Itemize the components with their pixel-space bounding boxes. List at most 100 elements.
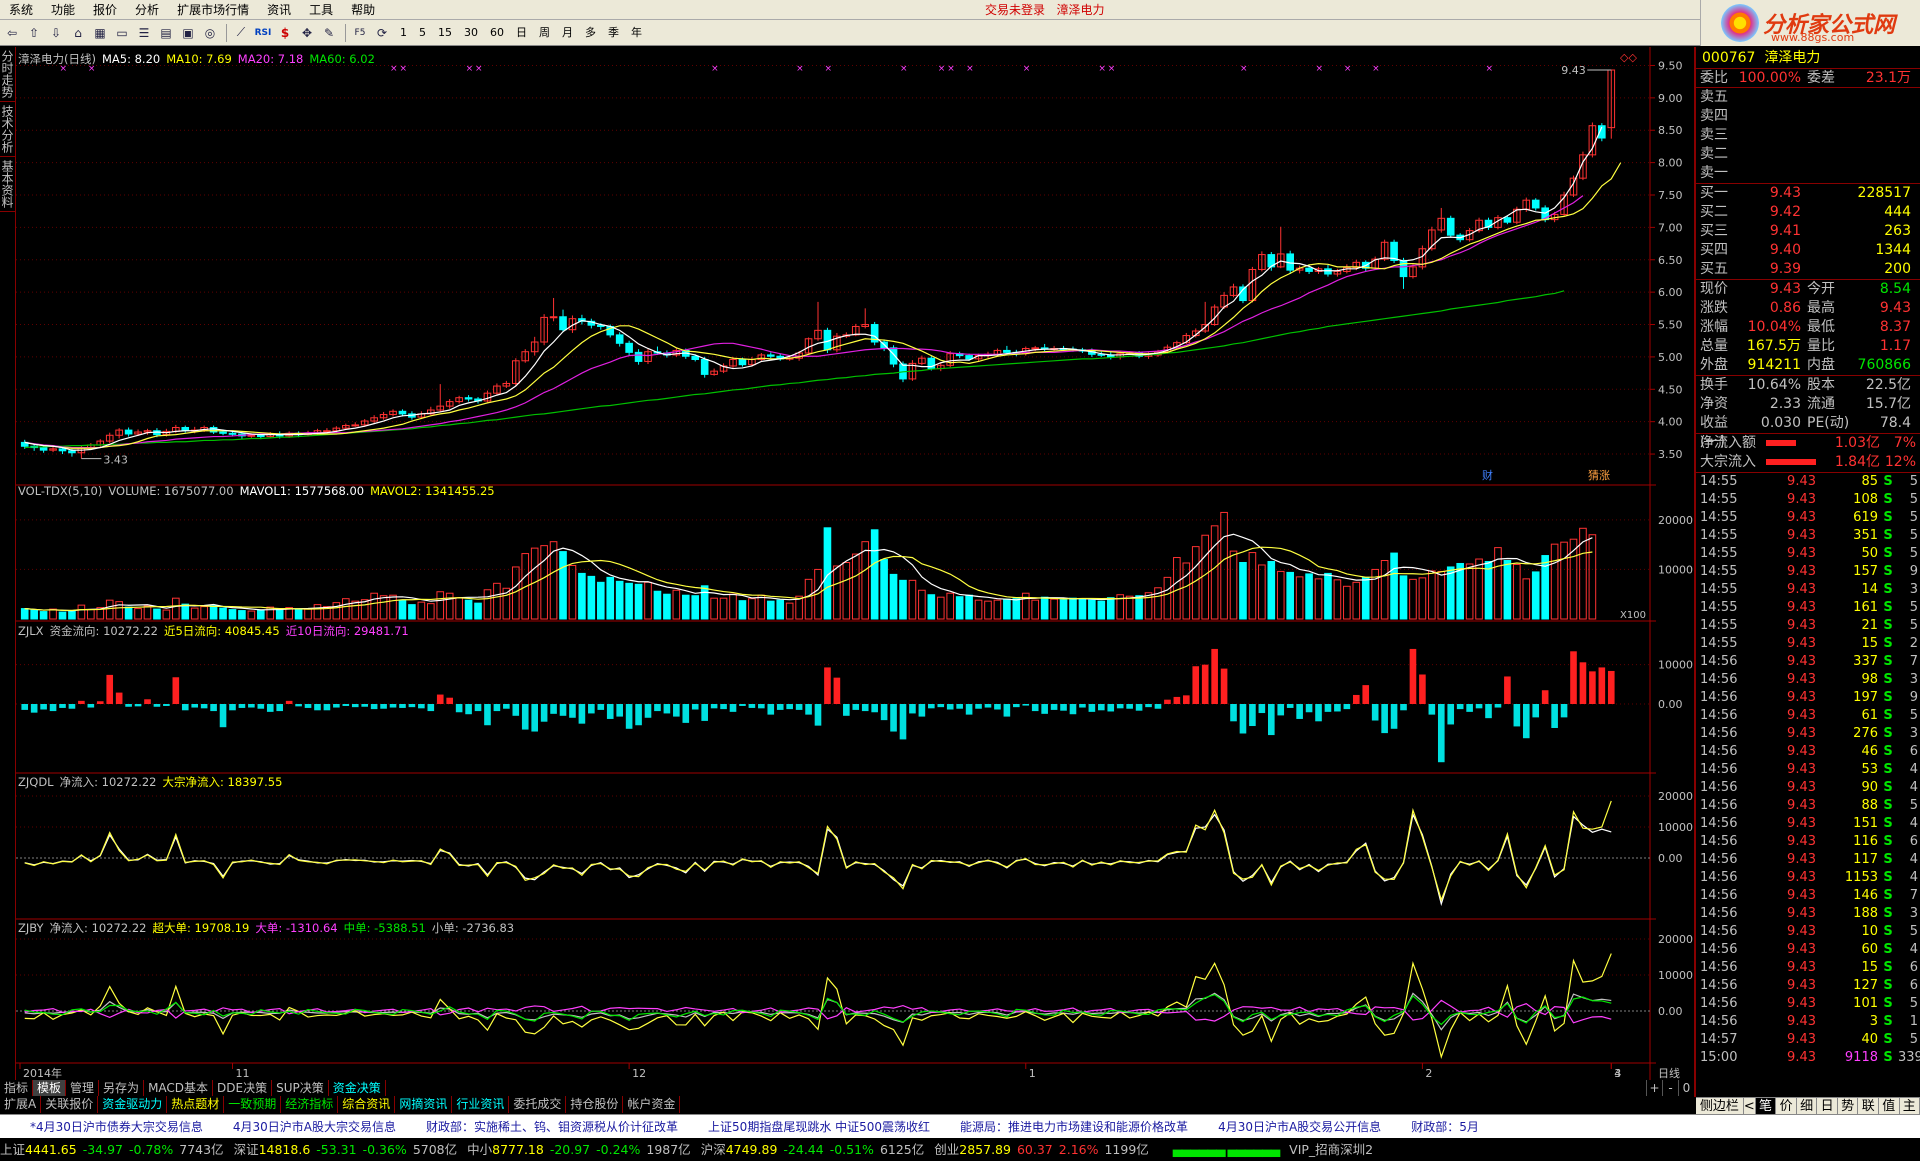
extended-tab[interactable]: 一致预期 (224, 1096, 282, 1113)
menu-item[interactable]: 帮助 (342, 0, 384, 20)
indicator-tab[interactable]: DDE决策 (213, 1080, 273, 1096)
extended-tab[interactable]: 委托成交 (509, 1096, 567, 1113)
zoom-button[interactable]: + (1646, 1080, 1662, 1096)
period-button[interactable]: 15 (432, 23, 458, 43)
news-item[interactable]: 4月30日沪市A股交易公开信息 (1218, 1120, 1381, 1134)
flow-bar (588, 704, 595, 714)
tick-row: 14:56 9.43 60 S 4 (1696, 941, 1920, 959)
right-tab[interactable]: 主 (1900, 1098, 1920, 1115)
news-item[interactable]: 财政部：实施稀土、钨、钼资源税从价计征改革 (426, 1120, 678, 1134)
home-icon[interactable]: ⌂ (68, 23, 88, 43)
tick-cell: 15 (1861, 960, 1878, 975)
tick-cell: 14:56 (1700, 942, 1738, 957)
period-button[interactable]: 多 (579, 23, 602, 43)
news-item[interactable]: 能源局：推进电力市场建设和能源价格改革 (960, 1120, 1188, 1134)
chart-icon[interactable]: ▤ (156, 23, 176, 43)
event-marker: × (900, 64, 908, 74)
tick-cell: 14:56 (1700, 726, 1738, 741)
indicator-tab[interactable]: MACD基本 (144, 1080, 214, 1096)
indicator-tab[interactable]: 另存为 (99, 1080, 145, 1096)
volume-bar (984, 600, 992, 620)
extended-tab[interactable]: 持仓股份 (566, 1096, 624, 1113)
text-icon[interactable]: ▣ (178, 23, 198, 43)
grid-icon[interactable]: ▦ (90, 23, 110, 43)
sidebar-toggle[interactable]: 侧边栏 (1696, 1098, 1744, 1115)
left-vertical-tabs: 分时走势 技术分析 基本资料 (0, 47, 16, 1082)
menu-item[interactable]: 分析 (126, 0, 168, 20)
extended-tab[interactable]: 关联报价 (41, 1096, 99, 1113)
extended-tab[interactable]: 行业资讯 (452, 1096, 510, 1113)
zoom-button[interactable]: 0 (1678, 1080, 1694, 1096)
extended-tab[interactable]: 扩展A (0, 1096, 42, 1113)
period-button[interactable]: 日 (510, 23, 533, 43)
period-button[interactable]: 5 (413, 23, 432, 43)
extended-tab[interactable]: 帐户资金 (623, 1096, 681, 1113)
news-item[interactable]: 上证50期指盘尾现跳水 中证500震荡收红 (708, 1120, 930, 1134)
indicator-tab[interactable]: 资金决策 (329, 1080, 386, 1096)
news-item[interactable]: *4月30日沪市债券大宗交易信息 (30, 1120, 203, 1134)
right-tab[interactable]: 日 (1817, 1098, 1838, 1115)
period-button[interactable]: 30 (458, 23, 484, 43)
volume-bar (757, 594, 766, 620)
target-icon[interactable]: ◎ (200, 23, 220, 43)
period-button[interactable]: 1 (394, 23, 413, 43)
menu-item[interactable]: 工具 (300, 0, 342, 20)
sidebar-arrow-icon[interactable]: < (1744, 1098, 1756, 1115)
tab-technical[interactable]: 技术分析 (0, 102, 16, 157)
period-button[interactable]: 季 (602, 23, 625, 43)
tick-list[interactable]: 14:55 9.43 85 S 5 14:55 9.43 108 S 5 14:55 9.43 619 S… (1696, 473, 1920, 1067)
down-icon[interactable]: ⇩ (46, 23, 66, 43)
back-icon[interactable]: ⇦ (2, 23, 22, 43)
right-tab[interactable]: 联 (1858, 1098, 1879, 1115)
menu-item[interactable]: 功能 (42, 0, 84, 20)
list-icon[interactable]: ☰ (134, 23, 154, 43)
period-button[interactable]: 年 (625, 23, 648, 43)
news-ticker[interactable]: *4月30日沪市债券大宗交易信息 4月30日沪市A股大宗交易信息 财政部：实施稀土、… (0, 1114, 1920, 1138)
indicator-tab[interactable]: 指标 (0, 1080, 34, 1096)
move-icon[interactable]: ✥ (297, 23, 317, 43)
right-tab[interactable]: 笔 (1755, 1098, 1777, 1115)
zoom-button[interactable]: - (1662, 1080, 1678, 1096)
tab-fundamental[interactable]: 基本资料 (0, 157, 16, 212)
period-button[interactable]: 月 (556, 23, 579, 43)
right-tab[interactable]: 价 (1776, 1098, 1797, 1115)
news-item[interactable]: 财政部：5月 (1411, 1120, 1479, 1134)
window-icon[interactable]: ▭ (112, 23, 132, 43)
right-tab[interactable]: 势 (1838, 1098, 1859, 1115)
menu-item[interactable]: 系统 (0, 0, 42, 20)
f5-icon[interactable]: F5 (350, 23, 370, 43)
period-button[interactable]: 周 (533, 23, 556, 43)
pen-icon[interactable]: ✎ (319, 23, 339, 43)
indicator-tab[interactable]: 模板 (33, 1080, 67, 1096)
extended-tab[interactable]: 综合资讯 (338, 1096, 396, 1113)
index-value: 2857.89 (959, 1142, 1011, 1157)
menu-item[interactable]: 扩展市场行情 (168, 0, 258, 20)
tick-cell: 101 (1853, 996, 1878, 1011)
line-chart-icon[interactable]: ⟋ (231, 23, 251, 43)
quote-stats-2: 换手 10.64% 股本 22.5亿 净资 2.33 流通 15.7亿 收益(一) 0.030 PE… (1696, 376, 1920, 450)
news-item[interactable]: 4月30日沪市A股大宗交易信息 (233, 1120, 396, 1134)
tab-intraday[interactable]: 分时走势 (0, 47, 16, 102)
stat-value-2: 22.5亿 (1865, 377, 1911, 393)
extended-tab[interactable]: 热点题材 (167, 1096, 225, 1113)
right-tab[interactable]: 值 (1879, 1098, 1900, 1115)
indicator-tab[interactable]: SUP决策 (272, 1080, 329, 1096)
tick-cell: 9 (1909, 690, 1918, 705)
refresh-icon[interactable]: ⟳ (372, 23, 392, 43)
extended-tab[interactable]: 资金驱动力 (98, 1096, 168, 1113)
flow-bar (994, 704, 1001, 710)
period-button[interactable]: 60 (484, 23, 510, 43)
tick-cell: 5 (1909, 996, 1918, 1011)
rsi-icon[interactable]: RSI (253, 23, 273, 43)
indicator-tab[interactable]: 管理 (66, 1080, 100, 1096)
menu-item[interactable]: 资讯 (258, 0, 300, 20)
extended-tab[interactable]: 网摘资讯 (395, 1096, 453, 1113)
menu-item[interactable]: 报价 (84, 0, 126, 20)
ma10-label: MA10: 7.69 (166, 52, 232, 66)
login-status[interactable]: 交易未登录 (985, 3, 1045, 17)
up-icon[interactable]: ⇧ (24, 23, 44, 43)
dollar-icon[interactable]: $ (275, 23, 295, 43)
flow-bar (1541, 690, 1549, 704)
extended-tab[interactable]: 经济指标 (281, 1096, 339, 1113)
right-tab[interactable]: 细 (1797, 1098, 1818, 1115)
